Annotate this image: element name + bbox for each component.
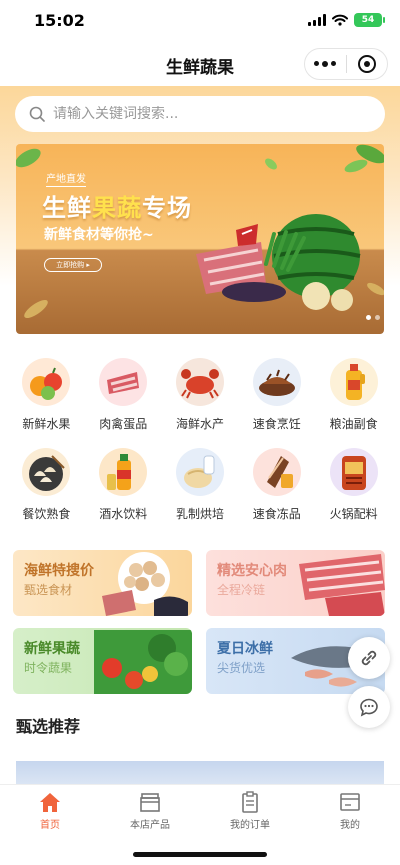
hotpot-icon — [329, 448, 378, 496]
signal-icon — [308, 14, 326, 26]
miniprogram-capsule — [304, 48, 388, 80]
section-title-recommend: 甄选推荐 — [16, 717, 81, 736]
banner-subtitle: 新鲜食材等你抢~ — [44, 227, 154, 243]
category-label: 餐饮熟食 — [22, 507, 71, 521]
status-bar: 15:02 54 — [0, 0, 400, 44]
store-icon — [140, 793, 160, 812]
status-icons: 54 — [308, 13, 385, 27]
category-label: 粮油副食 — [329, 417, 378, 431]
drink-bottle-icon — [99, 448, 148, 496]
tab-label: 我的 — [340, 820, 360, 831]
category-label: 肉禽蛋品 — [99, 417, 148, 431]
category-item-fastfood[interactable]: 速食烹饪 — [238, 358, 315, 432]
promo-subtitle: 甄选食材 — [24, 583, 73, 597]
promo-banner[interactable]: 产地直发 生鲜果蔬专场 新鲜食材等你抢~ 立即抢购 ▸ — [16, 144, 384, 334]
tab-store-products[interactable]: 本店产品 — [110, 791, 190, 831]
meat-icon — [99, 358, 148, 406]
nav-bar: 生鲜蔬果 — [0, 44, 400, 86]
category-item-grain-oil[interactable]: 粮油副食 — [315, 358, 392, 432]
search-bar[interactable] — [15, 96, 385, 132]
category-item-hotpot[interactable]: 火锅配料 — [315, 448, 392, 522]
category-item-meat[interactable]: 肉禽蛋品 — [85, 358, 162, 432]
seafood-image — [102, 552, 188, 616]
category-label: 海鲜水产 — [175, 417, 224, 431]
tab-label: 我的订单 — [230, 820, 270, 831]
home-indicator — [133, 852, 267, 857]
bread-milk-icon — [175, 448, 224, 496]
promo-card-seafood[interactable]: 海鲜特搜价 甄选食材 — [13, 550, 192, 616]
cooked-meat-icon — [252, 358, 301, 406]
category-item-drinks[interactable]: 酒水饮料 — [85, 448, 162, 522]
oil-bottle-icon — [329, 358, 378, 406]
more-icon[interactable] — [305, 61, 346, 67]
fruit-icon — [22, 358, 71, 406]
banner-origin-label: 产地直发 — [46, 170, 86, 187]
category-grid: 新鲜水果 肉禽蛋品 海鲜水产 速食烹饪 粮油副食 餐饮熟食 酒水饮料 乳制烘培 … — [8, 358, 392, 522]
promo-subtitle: 尖货优选 — [217, 661, 266, 675]
vegetables-image — [94, 630, 192, 694]
promo-subtitle: 全程冷链 — [217, 583, 266, 597]
wifi-icon — [332, 14, 348, 26]
clipboard-icon — [242, 791, 258, 813]
customer-service-button[interactable] — [348, 686, 390, 728]
category-item-frozen[interactable]: 速食冻品 — [238, 448, 315, 522]
profile-card-icon — [340, 793, 360, 811]
link-icon — [361, 650, 377, 666]
promo-title: 夏日冰鲜 — [217, 641, 273, 657]
tab-my-orders[interactable]: 我的订单 — [210, 791, 290, 831]
meat-slices-image — [299, 554, 385, 616]
banner-produce-image — [196, 214, 361, 311]
category-item-dairy-bakery[interactable]: 乳制烘培 — [162, 448, 239, 522]
status-time: 15:02 — [34, 11, 85, 30]
chat-bubble-icon — [360, 698, 378, 717]
tab-home[interactable]: 首页 — [10, 791, 90, 831]
category-label: 火锅配料 — [329, 507, 378, 521]
share-link-button[interactable] — [348, 637, 390, 679]
promo-card-produce[interactable]: 新鲜果蔬 时令蔬果 — [13, 628, 192, 694]
category-label: 速食冻品 — [252, 507, 301, 521]
banner-pagination — [366, 315, 380, 320]
search-input[interactable] — [53, 106, 353, 122]
crab-icon — [175, 358, 224, 406]
promo-title: 新鲜果蔬 — [24, 641, 80, 657]
category-item-deli[interactable]: 餐饮熟食 — [8, 448, 85, 522]
frozen-food-icon — [252, 448, 301, 496]
category-label: 酒水饮料 — [99, 507, 148, 521]
promo-card-meat[interactable]: 精选安心肉 全程冷链 — [206, 550, 385, 616]
promo-title: 海鲜特搜价 — [24, 563, 94, 579]
close-target-icon[interactable] — [346, 55, 387, 73]
tab-profile[interactable]: 我的 — [310, 791, 390, 831]
promo-subtitle: 时令蔬果 — [24, 661, 73, 675]
banner-buy-button[interactable]: 立即抢购 ▸ — [44, 258, 102, 272]
tab-label: 本店产品 — [130, 820, 170, 831]
tab-bar: 首页 本店产品 我的订单 我的 — [0, 784, 400, 865]
promo-title: 精选安心肉 — [217, 563, 287, 579]
category-item-fruit[interactable]: 新鲜水果 — [8, 358, 85, 432]
dumpling-icon — [22, 448, 71, 496]
home-icon — [40, 793, 60, 812]
category-label: 乳制烘培 — [175, 507, 224, 521]
tab-label: 首页 — [40, 820, 60, 831]
battery-icon: 54 — [354, 13, 385, 27]
search-icon — [29, 106, 45, 122]
category-item-seafood[interactable]: 海鲜水产 — [162, 358, 239, 432]
category-label: 速食烹饪 — [252, 417, 301, 431]
category-label: 新鲜水果 — [22, 417, 71, 431]
